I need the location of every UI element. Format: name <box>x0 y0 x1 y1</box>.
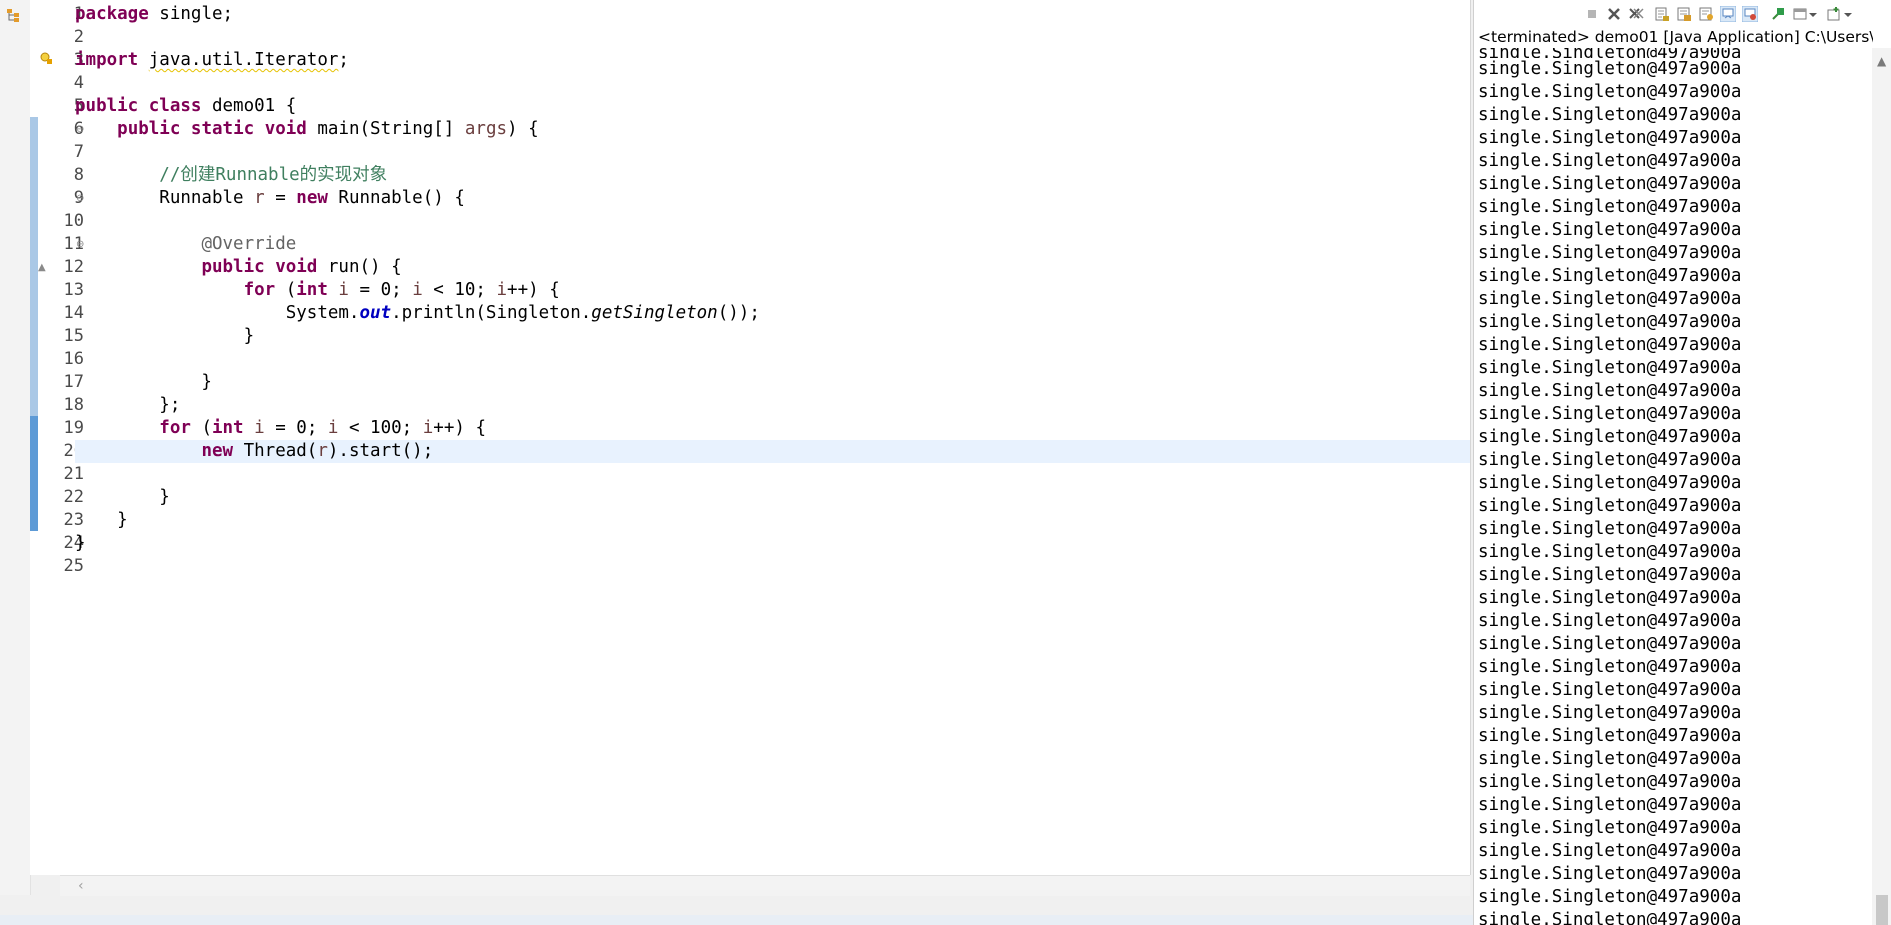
quick-diff-ruler <box>30 0 40 875</box>
console-output-line: single.Singleton@497a900a <box>1478 887 1742 907</box>
console-output-line: single.Singleton@497a900a <box>1478 289 1742 309</box>
clear-console-icon[interactable] <box>1654 6 1670 22</box>
java-editor[interactable]: 1 2 3 4 5 6 7 8 9 10 11 12 13 14 15 16 1… <box>30 0 1471 875</box>
console-output-line: single.Singleton@497a900a <box>1478 174 1742 194</box>
console-output-line: single.Singleton@497a900a <box>1478 496 1742 516</box>
console-output-line: single.Singleton@497a900a <box>1478 450 1742 470</box>
code-line: public static void main(String[] args) { <box>117 119 539 139</box>
code-line: } <box>75 533 86 553</box>
open-console-icon[interactable] <box>1826 6 1842 22</box>
code-line: } <box>75 372 212 392</box>
console-output-line: single.Singleton@497a900a <box>1478 680 1742 700</box>
code-line: @Override <box>201 234 297 254</box>
code-line: } <box>75 510 128 530</box>
code-line: for (int i = 0; i < 100; i++) { <box>159 418 486 438</box>
pin-console-icon[interactable] <box>1770 6 1786 22</box>
editor-horizontal-scrollbar[interactable]: ‹ <box>60 875 1470 896</box>
display-selected-console-icon[interactable] <box>1792 6 1808 22</box>
code-line: }; <box>75 395 181 415</box>
code-line: System.out.println(Singleton.getSingleto… <box>75 303 760 323</box>
console-output-line: single.Singleton@497a900a <box>1478 795 1742 815</box>
chevron-down-icon[interactable] <box>1843 6 1853 22</box>
console-output-line: single.Singleton@497a900a <box>1478 749 1742 769</box>
console-output-line: single.Singleton@497a900a <box>1478 404 1742 424</box>
code-line: public void run() { <box>201 257 402 277</box>
console-output-line: single.Singleton@497a900a <box>1478 220 1742 240</box>
console-output-line: single.Singleton@497a900a <box>1478 427 1742 447</box>
change-marker <box>30 117 38 163</box>
code-line: import java.util.Iterator; <box>75 50 349 70</box>
console-output-line: single.Singleton@497a900a <box>1478 82 1742 102</box>
status-bar <box>0 915 1473 925</box>
chevron-down-icon[interactable] <box>1808 6 1818 22</box>
console-output-line: single.Singleton@497a900a <box>1478 105 1742 125</box>
console-output-line: single.Singleton@497a900a <box>1478 335 1742 355</box>
console-toolbar <box>1474 0 1891 26</box>
console-output-line: single.Singleton@497a900a <box>1478 565 1742 585</box>
code-line: public class demo01 { <box>75 96 297 116</box>
remove-all-terminated-icon[interactable] <box>1628 6 1644 22</box>
code-line: } <box>75 487 170 507</box>
console-vertical-scrollbar[interactable]: ▲ <box>1872 48 1891 925</box>
console-view[interactable]: <terminated> demo01 [Java Application] C… <box>1473 0 1891 925</box>
console-output[interactable]: single.Singleton@497a900a single.Singlet… <box>1478 48 1873 925</box>
console-output-line: single.Singleton@497a900a <box>1478 519 1742 539</box>
console-output-line: single.Singleton@497a900a <box>1478 312 1742 332</box>
console-output-line: single.Singleton@497a900a <box>1478 588 1742 608</box>
console-output-line: single.Singleton@497a900a <box>1478 611 1742 631</box>
console-output-line: single.Singleton@497a900a <box>1478 151 1742 171</box>
code-line: for (int i = 0; i < 10; i++) { <box>243 280 560 300</box>
change-marker <box>30 163 38 416</box>
remove-launch-icon[interactable] <box>1606 6 1622 22</box>
console-output-line: single.Singleton@497a900a <box>1478 634 1742 654</box>
console-output-line: single.Singleton@497a900a <box>1478 657 1742 677</box>
console-output-line: single.Singleton@497a900a <box>1478 910 1742 925</box>
console-output-line: single.Singleton@497a900a <box>1478 59 1742 79</box>
console-output-line: single.Singleton@497a900a <box>1478 197 1742 217</box>
console-output-line: single.Singleton@497a900a <box>1478 772 1742 792</box>
terminate-icon[interactable] <box>1584 6 1600 22</box>
code-line: package single; <box>75 4 234 24</box>
scroll-lock-icon[interactable] <box>1676 6 1692 22</box>
console-launch-label: <terminated> demo01 [Java Application] C… <box>1478 28 1873 46</box>
console-output-line: single.Singleton@497a900a <box>1478 703 1742 723</box>
console-output-line: single.Singleton@497a900a <box>1478 542 1742 562</box>
console-output-line: single.Singleton@497a900a <box>1478 358 1742 378</box>
scroll-up-icon[interactable]: ▲ <box>1877 54 1886 68</box>
code-line: } <box>75 326 255 346</box>
console-output-line: single.Singleton@497a900a <box>1478 726 1742 746</box>
console-output-line: single.Singleton@497a900a <box>1478 381 1742 401</box>
hierarchy-view-icon[interactable] <box>6 8 20 22</box>
scroll-thumb[interactable] <box>1876 895 1888 925</box>
code-line: Runnable r = new Runnable() { <box>75 188 465 208</box>
show-on-stdout-icon[interactable] <box>1720 6 1736 22</box>
console-output-line: single.Singleton@497a900a <box>1478 243 1742 263</box>
scroll-left-icon[interactable]: ‹ <box>78 879 88 893</box>
override-marker-icon: ▲ <box>38 262 46 273</box>
console-output-line: single.Singleton@497a900a <box>1478 841 1742 861</box>
left-trim-bar <box>0 0 31 895</box>
word-wrap-icon[interactable] <box>1698 6 1714 22</box>
console-output-line: single.Singleton@497a900a <box>1478 818 1742 838</box>
show-on-stderr-icon[interactable] <box>1742 6 1758 22</box>
console-output-line: single.Singleton@497a900a <box>1478 128 1742 148</box>
console-output-line: single.Singleton@497a900a <box>1478 266 1742 286</box>
console-output-line: single.Singleton@497a900a <box>1478 864 1742 884</box>
code-line: //创建Runnable的实现对象 <box>159 165 388 185</box>
code-line-current: new Thread(r).start(); <box>75 440 1470 463</box>
console-output-line: single.Singleton@497a900a <box>1478 48 1742 58</box>
change-marker <box>30 416 38 531</box>
code-text-area[interactable]: package single; import java.util.Iterato… <box>75 0 1470 875</box>
console-output-line: single.Singleton@497a900a <box>1478 473 1742 493</box>
